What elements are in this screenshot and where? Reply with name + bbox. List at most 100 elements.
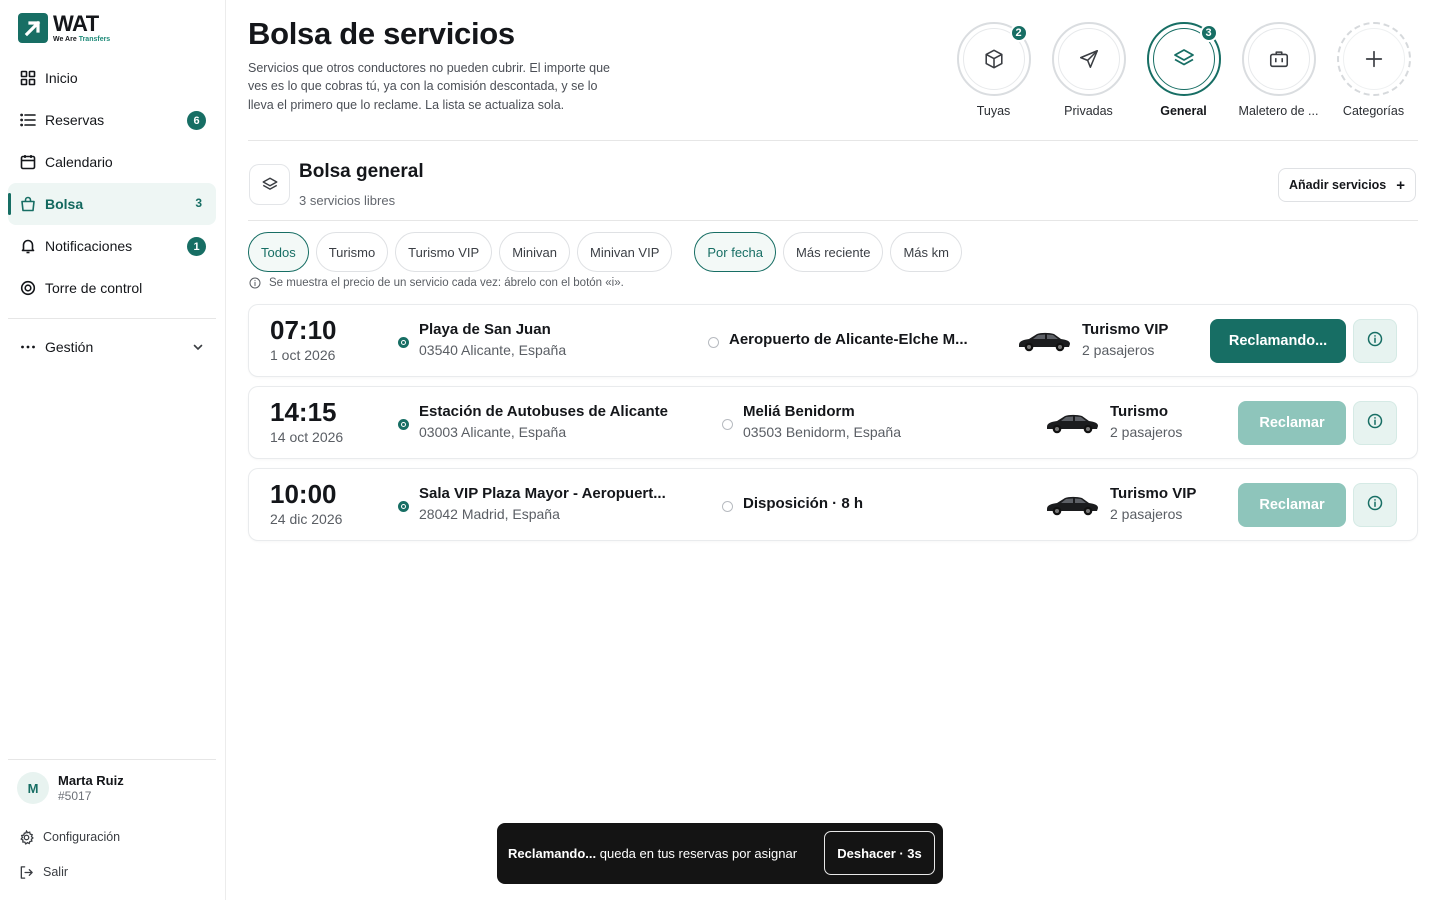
filter-chips: Todos Turismo Turismo VIP Minivan Miniva… — [248, 232, 969, 272]
service-passengers: 2 pasajeros — [1082, 342, 1155, 358]
send-icon — [1057, 28, 1120, 90]
sidebar-item-label: Reservas — [45, 112, 105, 128]
plus-icon: + — [1396, 176, 1406, 194]
bell-icon — [19, 237, 37, 255]
luggage-icon — [1247, 28, 1310, 90]
sidebar-item-torre-de-control[interactable]: Torre de control — [8, 267, 216, 309]
add-services-button[interactable]: Añadir servicios + — [1278, 168, 1416, 202]
brand-tagline: We Are Transfers — [53, 36, 111, 43]
user-name: Marta Ruiz — [58, 773, 124, 788]
reservas-badge: 6 — [187, 111, 206, 130]
info-icon — [249, 277, 261, 289]
category-maletero[interactable]: Maletero de ... — [1231, 22, 1326, 118]
origin-dot-icon — [398, 337, 409, 348]
sidebar-item-label: Notificaciones — [45, 238, 133, 254]
sidebar-item-label: Torre de control — [45, 280, 143, 296]
settings-link[interactable]: Configuración — [18, 829, 120, 845]
service-origin: Sala VIP Plaza Mayor - Aeropuert... — [419, 485, 666, 502]
notificaciones-badge: 1 — [187, 237, 206, 256]
user-id: #5017 — [58, 788, 92, 803]
gear-icon — [18, 829, 34, 845]
service-destination: Disposición · 8 h — [743, 495, 864, 512]
claim-button[interactable]: Reclamar — [1238, 401, 1346, 445]
destination-dot-icon — [708, 337, 719, 348]
calendar-icon — [19, 153, 37, 171]
sidebar-item-bolsa[interactable]: Bolsa 3 — [8, 183, 216, 225]
service-destination: Aeropuerto de Alicante-Elche M... — [729, 331, 968, 348]
sidebar-divider — [8, 318, 216, 319]
destination-dot-icon — [722, 419, 733, 430]
category-add[interactable]: Categorías — [1326, 22, 1421, 118]
service-time: 07:10 — [270, 315, 337, 345]
service-date: 24 dic 2026 — [270, 511, 343, 527]
target-icon — [19, 279, 37, 297]
layers-icon — [249, 164, 290, 205]
service-vehicle-type: Turismo VIP — [1082, 321, 1169, 338]
settings-label: Configuración — [43, 830, 121, 844]
category-tuyas[interactable]: 2 Tuyas — [946, 22, 1041, 118]
sort-chip-por-fecha[interactable]: Por fecha — [694, 232, 777, 272]
service-time: 14:15 — [270, 397, 337, 427]
brand-logo[interactable]: WAT We Are Transfers — [18, 12, 110, 44]
category-badge: 2 — [1009, 24, 1028, 42]
category-general[interactable]: 3 General — [1136, 22, 1231, 118]
page-description: Servicios que otros conductores no puede… — [248, 61, 611, 112]
info-button[interactable] — [1353, 401, 1397, 445]
origin-dot-icon — [398, 419, 409, 430]
brand-name: WAT — [53, 11, 99, 36]
section-divider — [248, 220, 1418, 221]
list-icon — [19, 111, 37, 129]
category-label: Tuyas — [976, 104, 1011, 118]
user-profile[interactable]: M Marta Ruiz #5017 — [17, 772, 124, 804]
add-services-label: Añadir servicios — [1288, 178, 1387, 192]
claim-toast: Reclamando... queda en tus reservas por … — [497, 823, 943, 884]
service-vehicle-type: Turismo VIP — [1110, 485, 1197, 502]
info-icon — [1367, 495, 1383, 516]
filter-chip-minivan-vip[interactable]: Minivan VIP — [577, 232, 673, 272]
sidebar-divider — [8, 759, 216, 760]
filter-chip-todos[interactable]: Todos — [248, 232, 309, 272]
category-label: General — [1160, 104, 1207, 118]
car-icon — [1045, 413, 1099, 440]
sidebar-nav: Inicio Reservas 6 Calendario Bolsa 3 Not… — [8, 57, 216, 309]
sidebar-item-reservas[interactable]: Reservas 6 — [8, 99, 216, 141]
service-passengers: 2 pasajeros — [1110, 424, 1183, 440]
filter-chip-minivan[interactable]: Minivan — [499, 232, 570, 272]
sort-chip-mas-reciente[interactable]: Más reciente — [783, 232, 884, 272]
service-row[interactable]: 07:10 1 oct 2026 Playa de San Juan 03540… — [248, 304, 1418, 377]
avatar: M — [17, 772, 49, 804]
sidebar-item-label: Bolsa — [45, 196, 84, 212]
sort-chip-mas-km[interactable]: Más km — [890, 232, 962, 272]
filter-chip-turismo[interactable]: Turismo — [315, 232, 389, 272]
claim-button[interactable]: Reclamando... — [1210, 319, 1346, 363]
more-icon — [19, 338, 37, 356]
logout-link[interactable]: Salir — [18, 864, 68, 880]
category-privadas[interactable]: Privadas — [1041, 22, 1136, 118]
service-row[interactable]: 14:15 14 oct 2026 Estación de Autobuses … — [248, 386, 1418, 459]
info-button[interactable] — [1353, 483, 1397, 527]
bag-icon — [19, 195, 37, 213]
plus-icon — [1342, 28, 1405, 90]
sidebar-item-calendario[interactable]: Calendario — [8, 141, 216, 183]
service-row[interactable]: 10:00 24 dic 2026 Sala VIP Plaza Mayor -… — [248, 468, 1418, 541]
undo-button[interactable]: Deshacer · 3s — [824, 831, 935, 875]
claim-button[interactable]: Reclamar — [1238, 483, 1346, 527]
bolsa-count: 3 — [195, 196, 202, 210]
sidebar-item-inicio[interactable]: Inicio — [8, 57, 216, 99]
price-hint-text: Se muestra el precio de un servicio cada… — [269, 277, 624, 289]
sidebar-item-notificaciones[interactable]: Notificaciones 1 — [8, 225, 216, 267]
service-vehicle-type: Turismo — [1110, 403, 1169, 420]
service-time: 10:00 — [270, 479, 337, 509]
service-date: 1 oct 2026 — [270, 347, 336, 363]
service-passengers: 2 pasajeros — [1110, 506, 1183, 522]
sidebar-item-gestion[interactable]: Gestión — [8, 326, 216, 368]
sidebar: WAT We Are Transfers Inicio Reservas 6 C… — [0, 0, 226, 900]
car-icon — [1017, 331, 1071, 358]
filter-chip-turismo-vip[interactable]: Turismo VIP — [395, 232, 493, 272]
service-origin-address: 28042 Madrid, España — [419, 506, 560, 522]
header-divider — [248, 140, 1418, 141]
car-icon — [1045, 495, 1099, 522]
info-button[interactable] — [1353, 319, 1397, 363]
section-title: Bolsa general — [299, 161, 424, 182]
category-selector: 2 Tuyas Privadas 3 General Maletero de .… — [946, 22, 1421, 118]
